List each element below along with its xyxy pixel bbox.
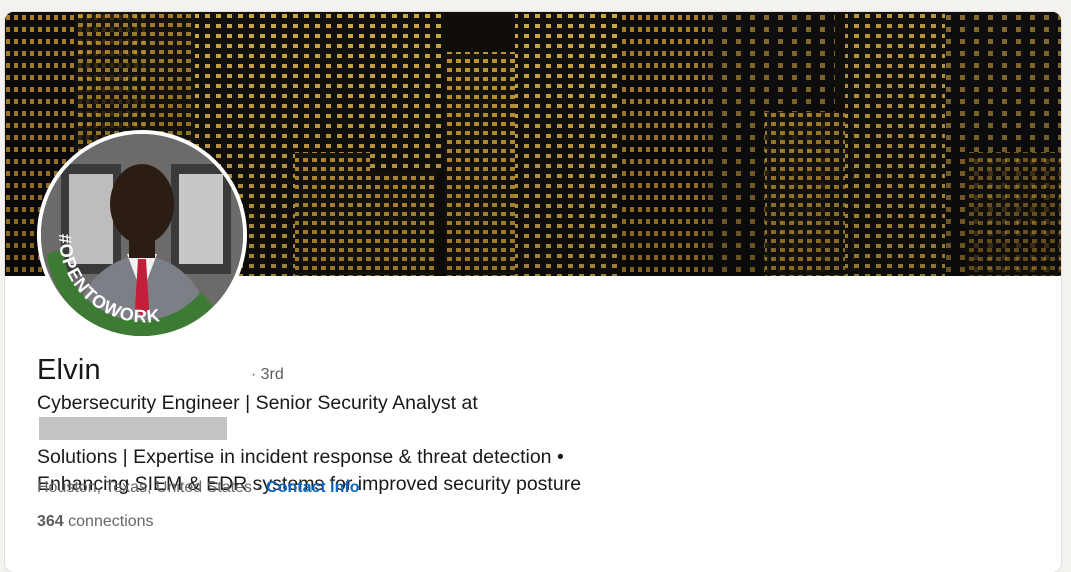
headline-line-1: Cybersecurity Engineer | Senior Security… <box>37 392 478 414</box>
profile-location: Houston, Texas, United States <box>37 479 252 496</box>
profile-card: #OPENTOWORK Elvin · 3rd Cybersecurity En… <box>5 12 1061 572</box>
connections[interactable]: 364 connections <box>37 513 154 531</box>
connections-label: connections <box>68 513 154 530</box>
connections-count: 364 <box>37 513 64 530</box>
contact-info-link[interactable]: Contact info <box>266 479 359 496</box>
location-row: Houston, Texas, United States · Contact … <box>37 479 360 497</box>
name-row: Elvin · 3rd <box>37 354 284 388</box>
profile-name: Elvin <box>37 354 101 386</box>
headline-line-2: Solutions | Expertise in incident respon… <box>37 446 564 468</box>
redacted-company <box>39 417 227 440</box>
separator-dot: · <box>256 479 262 496</box>
connection-degree: · 3rd <box>250 366 284 383</box>
avatar[interactable]: #OPENTOWORK <box>37 130 247 340</box>
profile-photo: #OPENTOWORK <box>41 134 243 336</box>
